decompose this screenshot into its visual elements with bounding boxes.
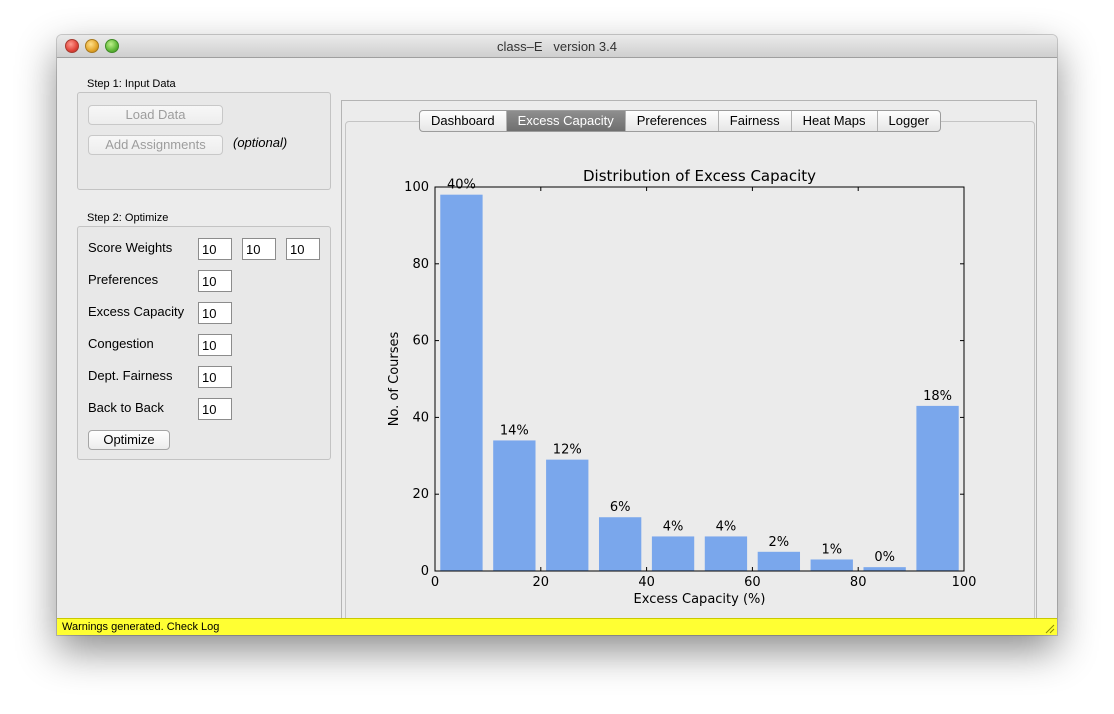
chart-bar-label: 6% bbox=[610, 500, 631, 515]
chart-bar bbox=[810, 559, 853, 571]
main-content: Step 1: Input Data Load Data Add Assignm… bbox=[57, 58, 1057, 624]
step2-label: Step 2: Optimize bbox=[87, 212, 169, 224]
chart-bar bbox=[493, 440, 536, 571]
back-to-back-input[interactable] bbox=[198, 398, 232, 420]
chart-bar bbox=[757, 551, 801, 571]
chart-bar-label: 0% bbox=[874, 550, 895, 565]
chart-bar-label: 40% bbox=[447, 178, 476, 193]
tab-heat-maps[interactable]: Heat Maps bbox=[792, 111, 878, 131]
chart-y-axis-label: No. of Courses bbox=[387, 332, 402, 427]
step1-group: Load Data Add Assignments (optional) bbox=[77, 92, 331, 190]
chart-x-tick-label: 60 bbox=[744, 575, 761, 590]
chart-x-tick-label: 40 bbox=[638, 575, 655, 590]
add-assignments-button[interactable]: Add Assignments bbox=[88, 135, 223, 155]
tab-fairness[interactable]: Fairness bbox=[719, 111, 792, 131]
chart-x-tick-label: 0 bbox=[431, 575, 439, 590]
dept-fairness-label: Dept. Fairness bbox=[88, 368, 173, 383]
excess-capacity-input[interactable] bbox=[198, 302, 232, 324]
optimize-button[interactable]: Optimize bbox=[88, 430, 170, 450]
chart-bar-label: 4% bbox=[716, 519, 737, 534]
title-bar[interactable]: class–E version 3.4 bbox=[57, 35, 1057, 58]
tab-content: Distribution of Excess Capacity No. of C… bbox=[345, 121, 1035, 623]
chart-bar bbox=[916, 405, 959, 571]
step2-group: Score Weights Preferences Excess Capacit… bbox=[77, 226, 331, 460]
dept-fairness-input[interactable] bbox=[198, 366, 232, 388]
step1-label: Step 1: Input Data bbox=[87, 78, 176, 90]
score-weight-2-input[interactable] bbox=[242, 238, 276, 260]
score-weight-3-input[interactable] bbox=[286, 238, 320, 260]
chart-bar-label: 2% bbox=[769, 535, 790, 550]
resize-grip-icon[interactable] bbox=[1044, 623, 1055, 634]
chart-bar-label: 18% bbox=[923, 389, 952, 404]
chart-y-tick-label: 100 bbox=[404, 180, 429, 195]
optional-label: (optional) bbox=[233, 135, 288, 150]
chart-y-tick-label: 20 bbox=[412, 487, 429, 502]
load-data-button[interactable]: Load Data bbox=[88, 105, 223, 125]
back-to-back-label: Back to Back bbox=[88, 400, 164, 415]
tab-bar: Dashboard Excess Capacity Preferences Fa… bbox=[419, 110, 942, 132]
congestion-label: Congestion bbox=[88, 336, 154, 351]
excess-capacity-chart: Distribution of Excess Capacity No. of C… bbox=[387, 167, 977, 607]
chart-bar bbox=[546, 459, 589, 571]
chart-bar-label: 12% bbox=[553, 443, 582, 458]
chart-bar bbox=[598, 517, 642, 571]
chart-y-tick-label: 80 bbox=[412, 257, 429, 272]
excess-capacity-label: Excess Capacity bbox=[88, 304, 185, 319]
status-bar: Warnings generated. Check Log bbox=[57, 618, 1057, 635]
chart-y-tick-label: 0 bbox=[421, 564, 429, 579]
tab-logger[interactable]: Logger bbox=[878, 111, 940, 131]
tab-excess-capacity[interactable]: Excess Capacity bbox=[506, 111, 626, 131]
app-window: class–E version 3.4 Step 1: Input Data L… bbox=[57, 35, 1057, 635]
chart-bar-label: 1% bbox=[821, 542, 842, 557]
score-weight-1-input[interactable] bbox=[198, 238, 232, 260]
chart-x-axis-label: Excess Capacity (%) bbox=[634, 592, 766, 607]
chart-x-tick-label: 20 bbox=[533, 575, 550, 590]
status-message: Warnings generated. Check Log bbox=[62, 621, 220, 633]
chart-x-tick-label: 80 bbox=[850, 575, 867, 590]
preferences-label: Preferences bbox=[88, 272, 159, 287]
chart-x-tick-label: 100 bbox=[952, 575, 977, 590]
chart-bar bbox=[651, 536, 695, 571]
chart-bar bbox=[704, 536, 748, 571]
chart-bar-label: 14% bbox=[500, 423, 529, 438]
chart-bar bbox=[863, 567, 906, 571]
tab-dashboard[interactable]: Dashboard bbox=[420, 111, 507, 131]
tab-preferences[interactable]: Preferences bbox=[626, 111, 719, 131]
preferences-input[interactable] bbox=[198, 270, 232, 292]
tab-panel: Distribution of Excess Capacity No. of C… bbox=[341, 100, 1037, 624]
congestion-input[interactable] bbox=[198, 334, 232, 356]
chart-y-tick-label: 60 bbox=[412, 334, 429, 349]
chart-y-tick-label: 40 bbox=[412, 410, 429, 425]
window-title: class–E version 3.4 bbox=[497, 39, 617, 54]
score-weights-label: Score Weights bbox=[88, 240, 173, 255]
chart-title: Distribution of Excess Capacity bbox=[583, 167, 816, 185]
chart-bar bbox=[440, 194, 483, 571]
chart-bar-label: 4% bbox=[663, 519, 684, 534]
